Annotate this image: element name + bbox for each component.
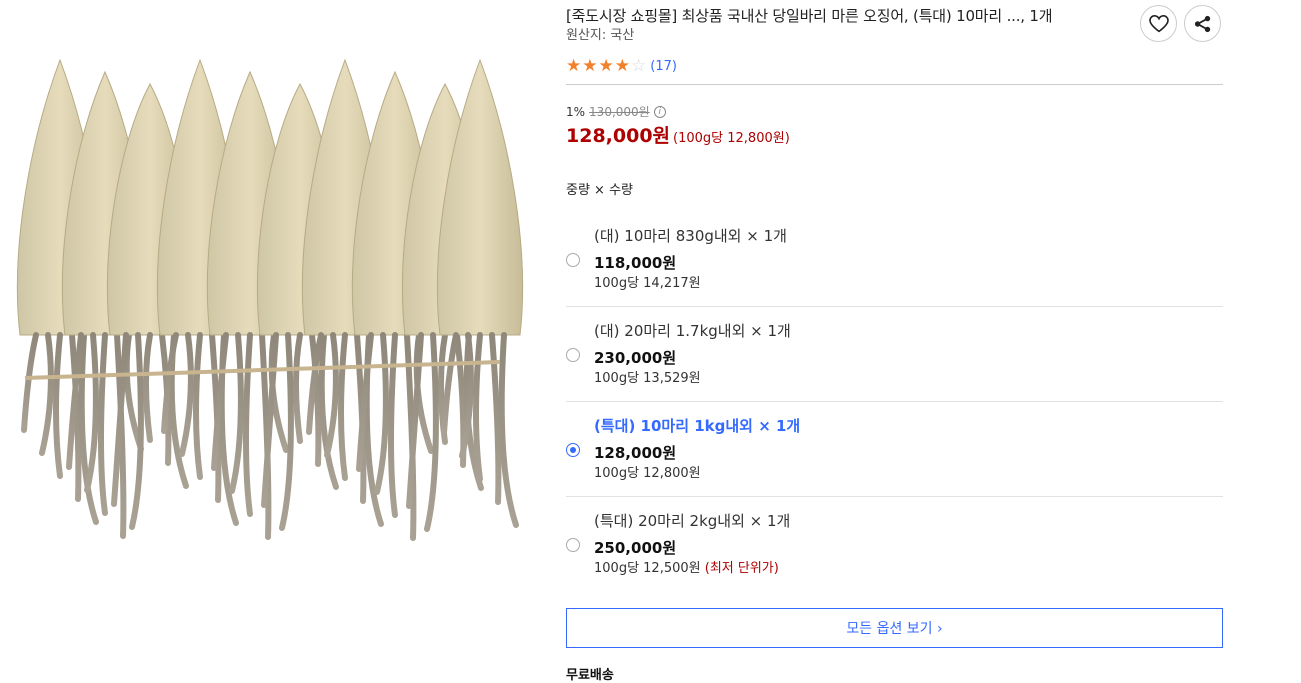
- option-unit-price: 100g당 13,529원: [594, 371, 701, 387]
- option-item[interactable]: (대) 10마리 830g내외 × 1개 118,000원 100g당 14,217…: [566, 212, 1223, 307]
- product-image[interactable]: [0, 0, 540, 560]
- share-icon: [1194, 15, 1210, 32]
- share-button[interactable]: [1184, 5, 1221, 42]
- star-filled-icon: ★: [614, 55, 630, 76]
- option-name: (대) 20마리 1.7kg내외 × 1개: [594, 322, 791, 340]
- option-price: 230,000원: [594, 349, 677, 367]
- product-rating[interactable]: ★ ★ ★ ★ ☆ (17): [566, 57, 677, 75]
- option-unit-text: 100g당 13,529원: [594, 371, 701, 386]
- option-unit-price: 100g당 12,800원: [594, 466, 701, 482]
- option-name: (특대) 20마리 2kg내외 × 1개: [594, 512, 791, 530]
- shipping-label: 무료배송: [566, 668, 614, 683]
- wishlist-button[interactable]: [1140, 5, 1177, 42]
- view-all-options-button[interactable]: 모든 옵션 보기 ›: [566, 608, 1223, 648]
- option-list: (대) 10마리 830g내외 × 1개 118,000원 100g당 14,217…: [566, 212, 1223, 592]
- discount-rate: 1%: [566, 104, 586, 119]
- option-name: (대) 10마리 830g내외 × 1개: [594, 227, 787, 245]
- product-title: [죽도시장 쇼핑몰] 최상품 국내산 당일바리 마른 오징어, (특대) 10마…: [566, 7, 1053, 25]
- option-group-label: 중량 × 수량: [566, 183, 633, 198]
- option-radio[interactable]: [566, 443, 580, 457]
- star-filled-icon: ★: [582, 55, 598, 76]
- review-count-link[interactable]: (17): [650, 59, 677, 74]
- star-filled-icon: ★: [566, 55, 582, 76]
- option-radio[interactable]: [566, 538, 580, 552]
- unit-price: (100g당 12,800원): [673, 131, 790, 146]
- info-icon[interactable]: i: [653, 105, 666, 118]
- option-unit-price: 100g당 14,217원: [594, 276, 701, 292]
- rating-stars: ★ ★ ★ ★ ☆: [566, 55, 647, 76]
- divider: [566, 84, 1223, 85]
- sale-price-row: 128,000원 (100g당 12,800원): [566, 121, 790, 148]
- option-price: 128,000원: [594, 444, 677, 462]
- star-filled-icon: ★: [598, 55, 614, 76]
- option-item[interactable]: (대) 20마리 1.7kg내외 × 1개 230,000원 100g당 13,52…: [566, 307, 1223, 402]
- option-item[interactable]: (특대) 20마리 2kg내외 × 1개 250,000원 100g당 12,500…: [566, 497, 1223, 592]
- option-name: (특대) 10마리 1kg내외 × 1개: [594, 417, 801, 435]
- option-item[interactable]: (특대) 10마리 1kg내외 × 1개 128,000원 100g당 12,800…: [566, 402, 1223, 497]
- option-unit-text: 100g당 14,217원: [594, 276, 701, 291]
- sale-price: 128,000원: [566, 125, 671, 147]
- option-radio[interactable]: [566, 348, 580, 362]
- option-unit-text: 100g당 12,800원: [594, 466, 701, 481]
- star-empty-icon: ☆: [631, 55, 647, 76]
- dried-squid-illustration: [16, 58, 524, 541]
- lowest-unit-price-note: (최저 단위가): [704, 561, 779, 576]
- option-price: 118,000원: [594, 254, 677, 272]
- option-radio[interactable]: [566, 253, 580, 267]
- original-price-row: 1% 130,000원 i: [566, 103, 666, 120]
- original-price: 130,000원: [589, 105, 650, 119]
- option-unit-price: 100g당 12,500원 (최저 단위가): [594, 561, 779, 577]
- product-origin: 원산지: 국산: [566, 28, 635, 43]
- heart-icon: [1148, 14, 1169, 32]
- option-price: 250,000원: [594, 539, 677, 557]
- option-unit-text: 100g당 12,500원: [594, 561, 701, 576]
